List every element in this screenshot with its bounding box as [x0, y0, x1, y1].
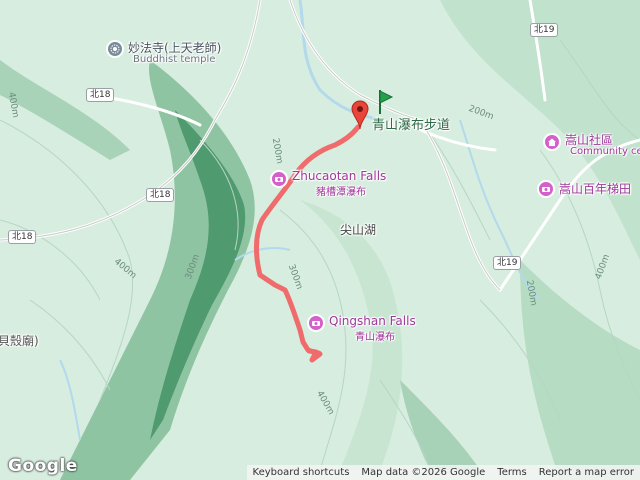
- report-error-link[interactable]: Report a map error: [533, 465, 640, 480]
- terms-link[interactable]: Terms: [491, 465, 532, 480]
- zhucaotan-falls-sublabel: 豬槽潭瀑布: [316, 187, 366, 198]
- road-badge-bei18: 北18: [146, 188, 175, 202]
- qingshan-falls-label[interactable]: Qingshan Falls: [329, 314, 416, 328]
- map-data-attribution: Map data ©2026 Google: [361, 467, 486, 478]
- camera-icon[interactable]: [537, 180, 555, 198]
- road-badge-bei18: 北18: [86, 88, 115, 102]
- left-temple-label: 貝殼廟): [0, 334, 39, 348]
- qingshan-falls-sublabel: 青山瀑布: [355, 332, 395, 343]
- terrain-layer: [0, 0, 640, 480]
- location-pin-icon[interactable]: [351, 100, 369, 130]
- songshan-terrace-label[interactable]: 嵩山百年梯田: [559, 180, 631, 197]
- community-center-sublabel: Community ce: [570, 146, 640, 157]
- trail-name-label[interactable]: 青山瀑布步道: [372, 114, 450, 133]
- keyboard-shortcuts-link[interactable]: Keyboard shortcuts: [247, 465, 356, 480]
- google-logo-text: Google: [8, 456, 78, 476]
- buddhist-temple-icon[interactable]: [106, 40, 124, 58]
- road-badge-bei18: 北18: [8, 230, 37, 244]
- zhucaotan-falls-label[interactable]: Zhucaotan Falls: [292, 169, 386, 183]
- miaofa-temple-type: Buddhist temple: [133, 54, 216, 65]
- google-logo: Google: [8, 456, 78, 476]
- road-badge-bei19: 北19: [530, 23, 559, 37]
- camera-icon[interactable]: [270, 170, 288, 188]
- home-icon[interactable]: [543, 133, 561, 151]
- start-flag-icon[interactable]: [375, 88, 395, 116]
- map-footer: Keyboard shortcuts Map data ©2026 Google…: [246, 465, 640, 480]
- jianshan-lake-label: 尖山湖: [340, 223, 377, 237]
- map-canvas[interactable]: 北18 北18 北18 北19 北19 400m 200m 200m 300m …: [0, 0, 640, 480]
- camera-icon[interactable]: [307, 314, 325, 332]
- road-badge-bei19: 北19: [493, 256, 522, 270]
